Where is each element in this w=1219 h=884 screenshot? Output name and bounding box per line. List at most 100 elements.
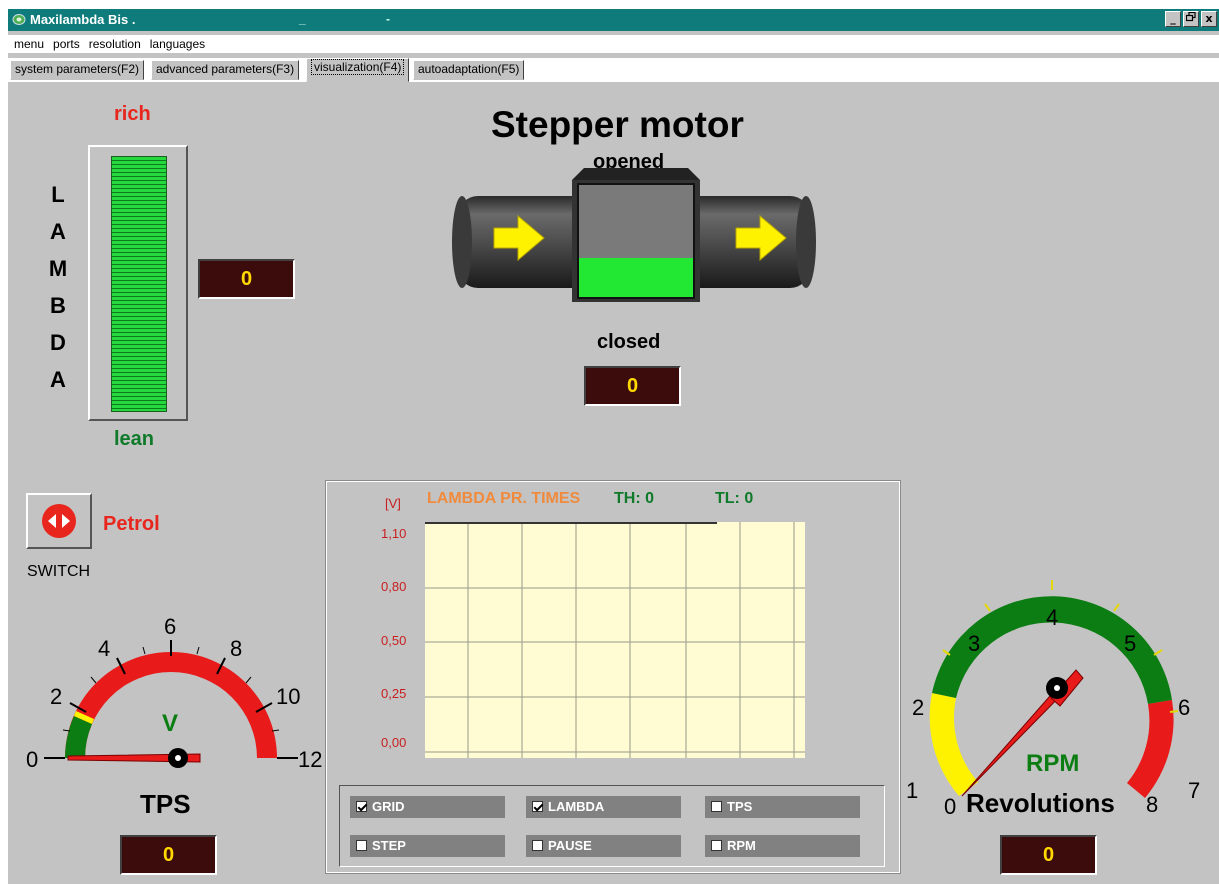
chart-y-tick: 0,25 — [381, 686, 407, 701]
minimize-button[interactable]: _ — [1165, 11, 1181, 27]
app-icon — [12, 14, 26, 25]
title-bar: Maxilambda Bis . _ - _ x — [8, 9, 1219, 31]
restore-icon — [1185, 11, 1196, 22]
rpm-tick-label: 7 — [1188, 778, 1200, 803]
close-button[interactable]: x — [1201, 11, 1217, 27]
rpm-tick-label: 4 — [1046, 605, 1058, 630]
menu-item-resolution[interactable]: resolution — [89, 35, 141, 53]
checkbox-step[interactable]: STEP — [350, 835, 505, 857]
checkbox-label: GRID — [372, 799, 405, 814]
fuel-switch-button[interactable] — [26, 493, 92, 549]
lambda-letter: M — [48, 256, 68, 281]
rpm-tick-label: 3 — [968, 631, 980, 656]
lambda-value-display: 0 — [198, 259, 295, 299]
lambda-letter: A — [50, 367, 66, 392]
tps-gauge-arc — [65, 652, 277, 758]
checkbox-box — [711, 801, 722, 812]
valve-position-fill — [579, 258, 693, 297]
title-marker: - — [386, 12, 390, 26]
chart-y-tick: 1,10 — [381, 526, 407, 541]
valve-cap — [572, 168, 700, 180]
tps-tick-label: 12 — [298, 747, 322, 770]
rpm-tick-label: 0 — [944, 794, 956, 818]
tab-advanced-parameters[interactable]: advanced parameters(F3) — [151, 60, 300, 80]
checkbox-box — [356, 801, 367, 812]
switch-arrows-icon — [42, 504, 76, 538]
tab-system-parameters[interactable]: system parameters(F2) — [10, 60, 145, 80]
checkbox-label: TPS — [727, 799, 753, 814]
checkbox-pause[interactable]: PAUSE — [526, 835, 681, 857]
app-window: Maxilambda Bis . _ - _ x menu ports reso… — [8, 9, 1219, 884]
rpm-gauge: 0 1 2 3 4 5 6 7 8 RPM — [906, 580, 1200, 818]
menu-item-ports[interactable]: ports — [53, 35, 80, 53]
tps-tick-label: 2 — [50, 684, 62, 709]
stepper-closed-label: closed — [597, 331, 661, 353]
tab-strip: system parameters(F2) advanced parameter… — [8, 58, 1219, 82]
chart-th-value: TH: 0 — [614, 490, 654, 507]
checkbox-label: PAUSE — [548, 838, 592, 853]
tps-value-display: 0 — [120, 835, 217, 875]
chart-plot-area — [425, 522, 805, 758]
tps-gauge-green-zone — [65, 716, 92, 758]
lambda-rich-label: rich — [114, 103, 151, 125]
checkbox-label: STEP — [372, 838, 406, 853]
chart-y-tick: 0,50 — [381, 633, 407, 648]
checkbox-lambda[interactable]: LAMBDA — [526, 796, 681, 818]
checkbox-box — [532, 840, 543, 851]
chart-tl-value: TL: 0 — [715, 490, 754, 507]
checkbox-rpm[interactable]: RPM — [705, 835, 860, 857]
chart-y-tick: 0,80 — [381, 579, 407, 594]
rpm-title: Revolutions — [966, 788, 1115, 818]
checkbox-box — [532, 801, 543, 812]
lambda-letter: L — [51, 182, 65, 207]
lambda-bar-frame — [88, 145, 188, 421]
lambda-lean-label: lean — [114, 428, 155, 450]
menu-item-languages[interactable]: languages — [150, 35, 205, 53]
checkbox-box — [356, 840, 367, 851]
title-marker: _ — [299, 12, 306, 26]
tps-tick-label: 6 — [164, 614, 176, 639]
chart-title: LAMBDA PR. TIMES — [427, 490, 581, 507]
tab-visualization-label: visualization(F4) — [311, 59, 405, 75]
window-title: Maxilambda Bis . — [30, 12, 136, 27]
lambda-bar — [111, 156, 167, 412]
lambda-chart-panel: [V] LAMBDA PR. TIMES TH: 0 TL: 0 1,10 0,… — [325, 480, 901, 874]
chart-options-group: GRID LAMBDA TPS STEP PAUSE RPM — [339, 785, 885, 867]
window-controls: _ x — [1165, 11, 1217, 27]
stepper-motor-graphic — [452, 168, 816, 302]
rpm-tick-label: 6 — [1178, 695, 1190, 720]
rpm-tick-label: 1 — [906, 778, 918, 803]
restore-button[interactable] — [1183, 11, 1199, 27]
visualization-panel: rich L A M B D A lean 0 Stepper motor op… — [8, 82, 1219, 884]
checkbox-box — [711, 840, 722, 851]
tps-needle-hub-center — [175, 755, 181, 761]
checkbox-tps[interactable]: TPS — [705, 796, 860, 818]
rpm-gauge-yellow-zone — [929, 693, 978, 796]
tps-unit-label: V — [162, 710, 178, 737]
stepper-pipe-end — [796, 196, 816, 288]
stepper-pipe-end — [452, 196, 472, 288]
rpm-gauge-red-zone — [1127, 700, 1174, 798]
tab-visualization[interactable]: visualization(F4) — [306, 58, 410, 82]
rpm-unit-label: RPM — [1026, 750, 1079, 777]
rpm-tick-label: 2 — [912, 695, 924, 720]
rpm-value-display: 0 — [1000, 835, 1097, 875]
fuel-type-label: Petrol — [103, 513, 160, 535]
lambda-letter: A — [50, 219, 66, 244]
stepper-value-display: 0 — [584, 366, 681, 406]
checkbox-grid[interactable]: GRID — [350, 796, 505, 818]
tps-tick-label: 0 — [26, 747, 38, 770]
tps-gauge: 0 2 4 6 8 10 12 V — [26, 614, 322, 770]
chart-grid — [425, 522, 805, 758]
lambda-vertical-label: L A M B D A — [48, 176, 68, 398]
tps-tick-label: 10 — [276, 684, 300, 709]
menu-item-menu[interactable]: menu — [14, 35, 44, 53]
lambda-letter: D — [50, 330, 66, 355]
tab-autoadaptation[interactable]: autoadaptation(F5) — [413, 60, 525, 80]
tps-tick-label: 8 — [230, 636, 242, 661]
rpm-tick-label: 5 — [1124, 631, 1136, 656]
rpm-tick-label: 8 — [1146, 792, 1158, 817]
menu-bar: menu ports resolution languages — [8, 35, 1219, 53]
checkbox-label: RPM — [727, 838, 756, 853]
chart-y-unit: [V] — [385, 496, 401, 511]
